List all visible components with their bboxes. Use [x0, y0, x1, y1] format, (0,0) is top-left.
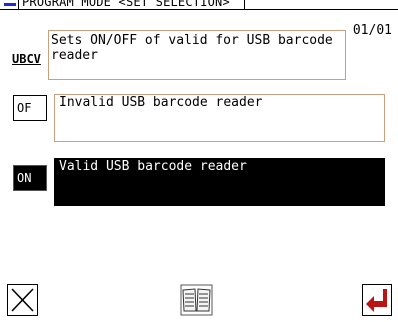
setting-code: UBCV — [12, 52, 41, 66]
book-icon — [180, 284, 213, 316]
title-marker-icon — [4, 3, 16, 6]
page-number: 01/01 — [352, 23, 392, 38]
on-option-row[interactable]: Valid USB barcode reader — [54, 158, 385, 206]
title-divider — [18, 0, 19, 10]
title-bar: PROGRAM MODE <SET SELECTION> — [0, 0, 398, 10]
setting-description-box: Sets ON/OFF of valid for USB barcode rea… — [48, 30, 346, 80]
title-divider — [244, 0, 245, 10]
on-option-label: Valid USB barcode reader — [59, 159, 247, 174]
off-option-button[interactable]: OF — [13, 95, 47, 121]
page-title: PROGRAM MODE <SET SELECTION> — [22, 0, 230, 9]
off-option-code: OF — [17, 101, 32, 115]
off-option-label: Invalid USB barcode reader — [59, 95, 263, 110]
on-option-code: ON — [17, 171, 32, 185]
off-option-row[interactable]: Invalid USB barcode reader — [54, 94, 385, 142]
enter-button[interactable] — [362, 284, 392, 316]
enter-arrow-icon — [366, 289, 387, 312]
close-icon — [11, 288, 34, 312]
setting-description: Sets ON/OFF of valid for USB barcode rea… — [51, 33, 333, 63]
on-option-button[interactable]: ON — [13, 165, 47, 191]
close-button[interactable] — [7, 284, 38, 316]
manual-button[interactable] — [180, 284, 213, 316]
